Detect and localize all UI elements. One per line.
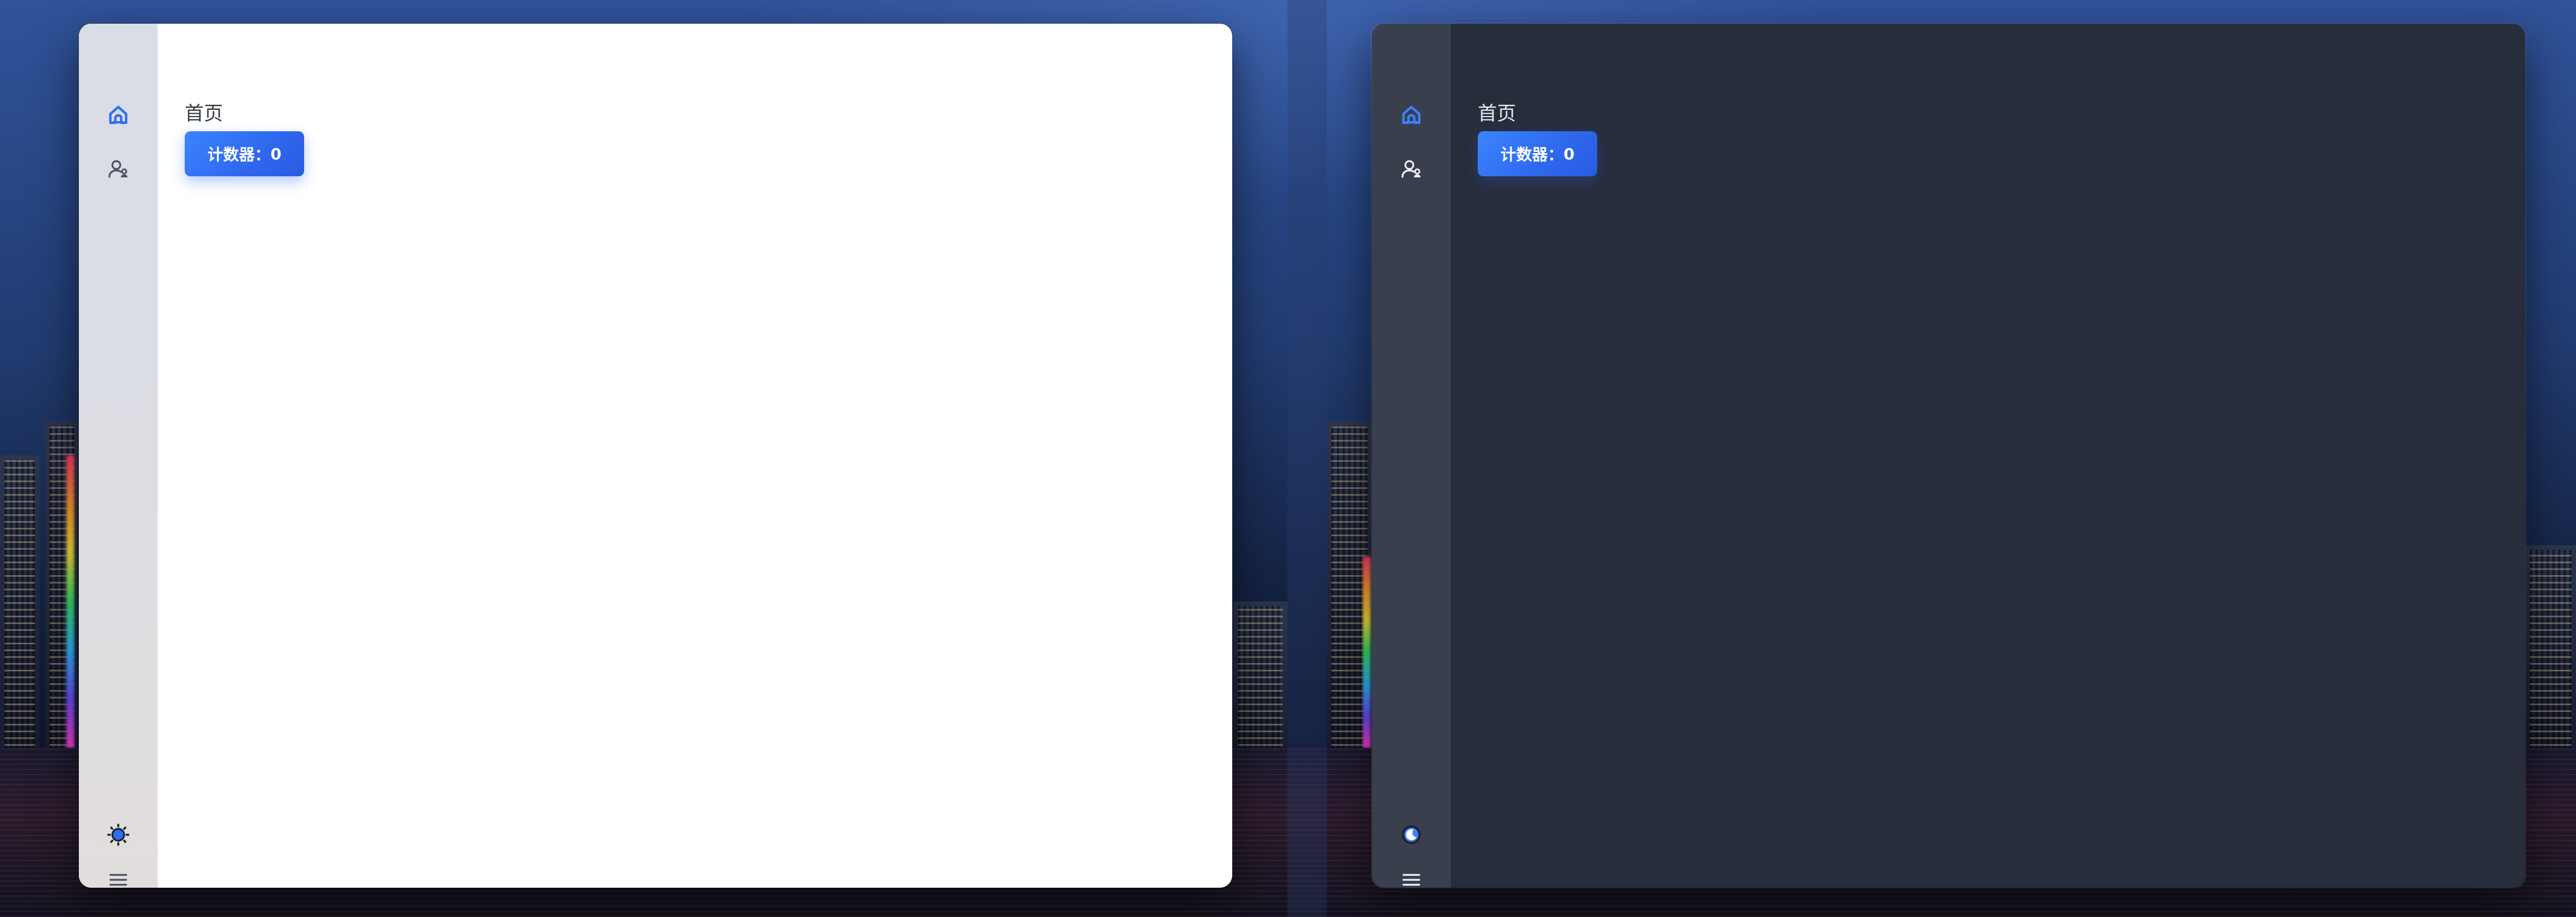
user-icon <box>1401 160 1421 178</box>
main-content: 首页 计数器： 0 <box>1451 24 2525 888</box>
user-icon <box>108 160 128 178</box>
sidebar <box>79 24 158 888</box>
menu-button[interactable] <box>1372 863 1451 888</box>
counter-value: 0 <box>1563 144 1575 163</box>
app-window-light: 首页 计数器： 0 <box>79 24 1232 888</box>
sidebar-item-user[interactable] <box>1372 152 1451 186</box>
counter-button[interactable]: 计数器： 0 <box>1478 131 1597 176</box>
sidebar <box>1372 24 1451 888</box>
menu-button[interactable] <box>79 863 158 888</box>
menu-icon <box>1402 874 1420 886</box>
counter-label: 计数器： <box>207 145 271 164</box>
menu-icon <box>109 874 127 886</box>
theme-toggle-button[interactable] <box>1372 818 1451 852</box>
home-icon <box>109 105 128 124</box>
moon-icon <box>1402 825 1421 844</box>
sidebar-item-home[interactable] <box>79 98 158 132</box>
page-title: 首页 <box>185 103 223 125</box>
screen-divider <box>1287 0 1327 917</box>
counter-button[interactable]: 计数器： 0 <box>185 131 304 176</box>
home-icon <box>1402 105 1421 124</box>
app-window-dark: 首页 计数器： 0 <box>1372 24 2525 888</box>
counter-label: 计数器： <box>1500 145 1564 164</box>
counter-value: 0 <box>270 144 282 163</box>
sun-icon <box>107 823 130 846</box>
page-title: 首页 <box>1478 103 1516 125</box>
theme-toggle-button[interactable] <box>79 818 158 852</box>
main-content: 首页 计数器： 0 <box>158 24 1232 888</box>
sidebar-item-home[interactable] <box>1372 98 1451 132</box>
sidebar-item-user[interactable] <box>79 152 158 186</box>
